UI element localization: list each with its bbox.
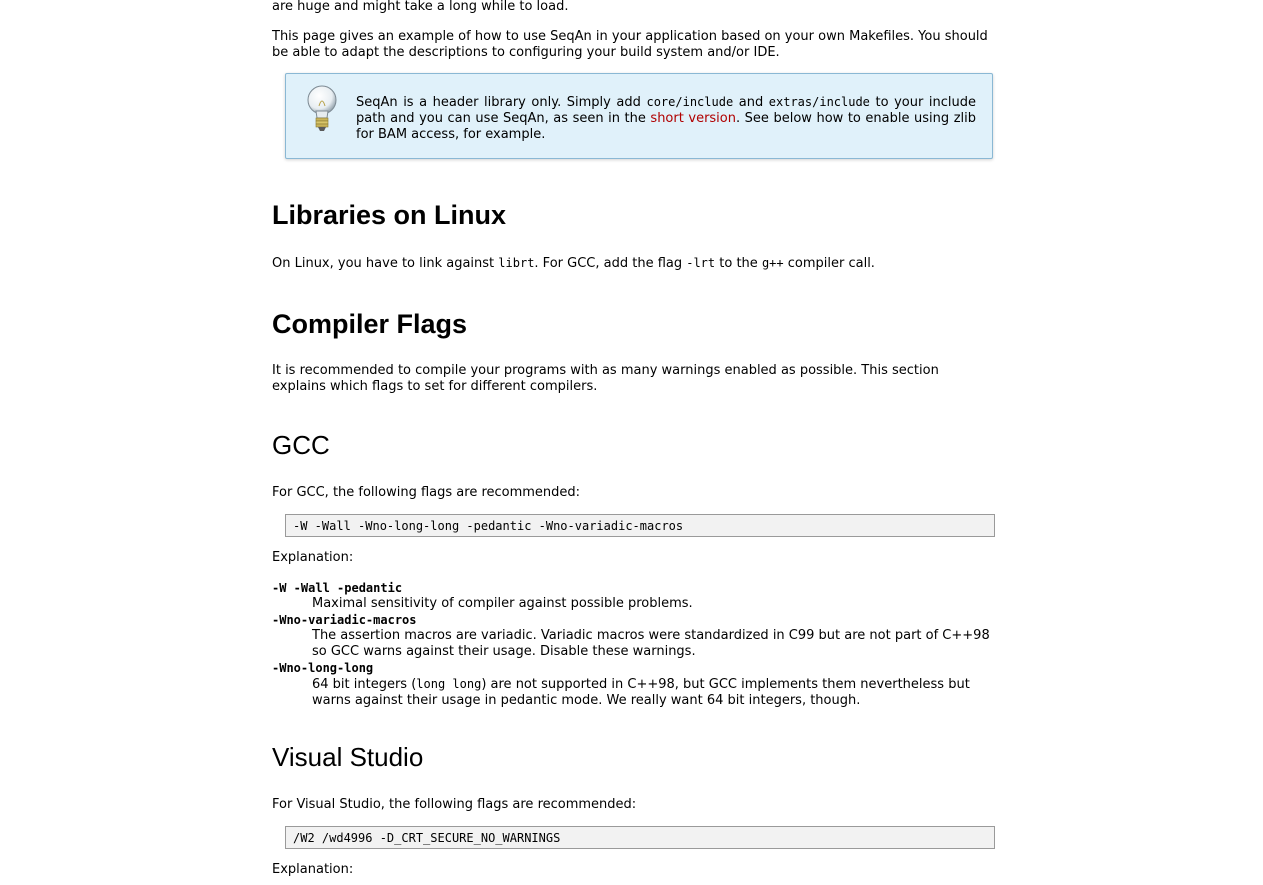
gcc-intro: For GCC, the following flags are recomme… [272, 485, 581, 500]
gcc-desc-long-long: 64 bit integers (long long) are not supp… [312, 677, 970, 708]
tip-text: SeqAn is a header library only. Simply a… [356, 95, 976, 142]
vs-explanation-label: Explanation: [272, 862, 354, 877]
gcc-code-block: -W -Wall -Wno-long-long -pedantic -Wno-v… [285, 514, 995, 537]
code-librt: librt [498, 256, 535, 270]
gcc-term-variadic: -Wno-variadic-macros [272, 613, 417, 627]
code-extras-include: extras/include [768, 95, 870, 109]
linux-paragraph: On Linux, you have to link against librt… [272, 256, 875, 271]
lightbulb-icon [307, 85, 337, 131]
gcc-term-wall: -W -Wall -pedantic [272, 581, 403, 595]
gcc-desc-variadic: The assertion macros are variadic. Varia… [312, 628, 990, 659]
heading-libraries-on-linux: Libraries on Linux [272, 200, 507, 230]
heading-visual-studio: Visual Studio [272, 742, 424, 772]
vs-intro: For Visual Studio, the following flags a… [272, 797, 637, 812]
code-core-include: core/include [646, 95, 734, 109]
vs-code-block: /W2 /wd4996 -D_CRT_SECURE_NO_WARNINGS [285, 826, 995, 849]
heading-gcc: GCC [272, 430, 330, 460]
code-long-long: long long [416, 677, 482, 691]
intro-paragraph: This page gives an example of how to use… [272, 29, 988, 60]
gcc-term-long-long: -Wno-long-long [272, 661, 374, 675]
intro-top-line: are huge and might take a long while to … [272, 0, 569, 14]
code-lrt: -lrt [686, 256, 716, 270]
heading-compiler-flags: Compiler Flags [272, 309, 468, 339]
gcc-desc-wall: Maximal sensitivity of compiler against … [312, 596, 693, 611]
tip-admonition: SeqAn is a header library only. Simply a… [285, 73, 993, 159]
short-version-link[interactable]: short version [650, 111, 736, 126]
compiler-flags-paragraph: It is recommended to compile your progra… [272, 363, 939, 394]
gcc-explanation-label: Explanation: [272, 550, 354, 565]
code-gpp: g++ [761, 256, 784, 270]
